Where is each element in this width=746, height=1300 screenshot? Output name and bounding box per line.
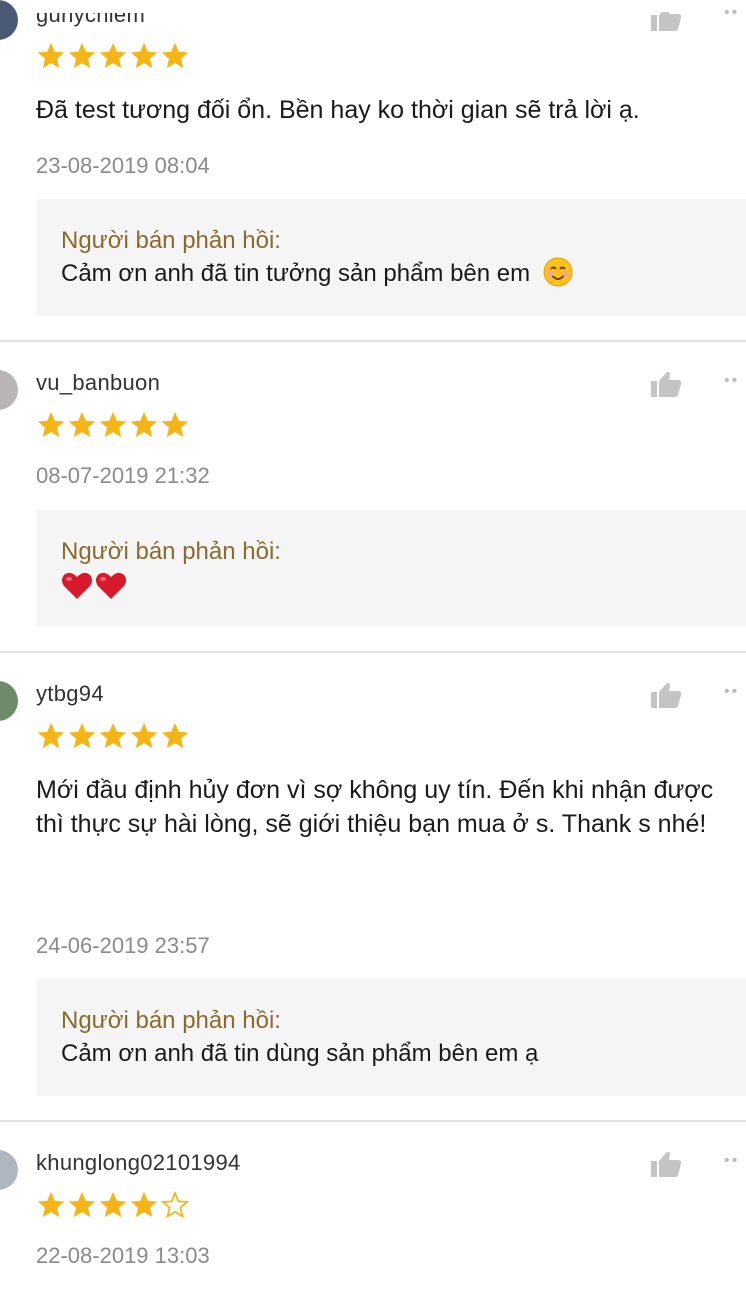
thumbs-up-icon[interactable] bbox=[650, 1150, 682, 1178]
review-comment: Đã test tương đối ổn. Bền hay ko thời gi… bbox=[36, 96, 640, 124]
username[interactable]: vu_banbuon bbox=[36, 370, 160, 396]
star-filled-icon bbox=[161, 411, 189, 438]
star-filled-icon bbox=[37, 42, 65, 69]
star-filled-icon bbox=[99, 1191, 127, 1218]
review-timestamp: 22-08-2019 13:03 bbox=[36, 1243, 210, 1268]
thumbs-up-icon[interactable] bbox=[650, 370, 682, 398]
review-comment: Mới đầu định hủy đơn vì sợ không uy tín.… bbox=[36, 776, 714, 838]
star-filled-icon bbox=[99, 722, 127, 749]
star-filled-icon bbox=[37, 1191, 65, 1218]
star-filled-icon bbox=[37, 411, 65, 438]
seller-reply-box: Người bán phản hồi: Cảm ơn anh đã tin tư… bbox=[36, 199, 746, 316]
avatar[interactable] bbox=[0, 370, 18, 410]
smile-emoji-icon bbox=[543, 257, 573, 287]
heart-icon bbox=[62, 572, 92, 599]
star-filled-icon bbox=[68, 411, 96, 438]
review-timestamp: 23-08-2019 08:04 bbox=[36, 153, 210, 178]
seller-reply-text: Cảm ơn anh đã tin dùng sản phẩm bên em ạ bbox=[61, 1040, 539, 1067]
star-filled-icon bbox=[130, 722, 158, 749]
rating-stars bbox=[36, 410, 191, 440]
star-filled-icon bbox=[130, 411, 158, 438]
thumbs-up-icon[interactable] bbox=[650, 681, 682, 709]
rating-stars bbox=[36, 721, 191, 751]
seller-reply-box: Người bán phản hồi: Cảm ơn anh đã tin dù… bbox=[36, 979, 746, 1096]
star-filled-icon bbox=[99, 42, 127, 69]
avatar[interactable] bbox=[0, 681, 18, 721]
star-filled-icon bbox=[37, 722, 65, 749]
seller-reply-text: Cảm ơn anh đã tin tưởng sản phẩm bên em bbox=[61, 257, 746, 291]
seller-reply-label: Người bán phản hồi: bbox=[61, 538, 281, 565]
review-item: khunglong02101994 •• 22-08-2019 13:03 bbox=[0, 1122, 746, 1300]
star-filled-icon bbox=[99, 411, 127, 438]
review-item: vu_banbuon •• 08-07-2019 21:32 Người bán… bbox=[0, 342, 746, 653]
seller-reply-message: Cảm ơn anh đã tin tưởng sản phẩm bên em bbox=[61, 260, 531, 287]
star-filled-icon bbox=[161, 42, 189, 69]
star-empty-icon bbox=[160, 1190, 190, 1219]
heart-icon bbox=[96, 572, 126, 599]
star-filled-icon bbox=[130, 1191, 158, 1218]
rating-stars bbox=[36, 41, 191, 71]
username[interactable]: gunychiem bbox=[36, 13, 145, 28]
star-filled-icon bbox=[68, 722, 96, 749]
more-options-icon[interactable]: •• bbox=[724, 683, 739, 701]
review-timestamp: 24-06-2019 23:57 bbox=[36, 933, 210, 958]
avatar[interactable] bbox=[0, 1150, 18, 1190]
thumbs-up-icon[interactable] bbox=[650, 4, 682, 32]
seller-reply-box: Người bán phản hồi: bbox=[36, 510, 746, 627]
review-item: ytbg94 •• Mới đầu định hủy đơn vì sợ khô… bbox=[0, 653, 746, 1122]
rating-stars bbox=[36, 1190, 191, 1220]
review-item: gunychiem •• Đã test tương đối ổn. Bền h… bbox=[0, 0, 746, 342]
seller-reply-label: Người bán phản hồi: bbox=[61, 1007, 281, 1034]
more-options-icon[interactable]: •• bbox=[724, 372, 739, 390]
seller-reply-label: Người bán phản hồi: bbox=[61, 227, 281, 254]
more-options-icon[interactable]: •• bbox=[724, 1152, 739, 1170]
star-filled-icon bbox=[161, 722, 189, 749]
username[interactable]: khunglong02101994 bbox=[36, 1150, 241, 1176]
seller-reply-text bbox=[61, 568, 746, 602]
username[interactable]: ytbg94 bbox=[36, 681, 104, 707]
review-timestamp: 08-07-2019 21:32 bbox=[36, 463, 210, 488]
more-options-icon[interactable]: •• bbox=[724, 4, 739, 22]
star-filled-icon bbox=[130, 42, 158, 69]
star-filled-icon bbox=[68, 42, 96, 69]
avatar[interactable] bbox=[0, 0, 18, 40]
star-filled-icon bbox=[68, 1191, 96, 1218]
